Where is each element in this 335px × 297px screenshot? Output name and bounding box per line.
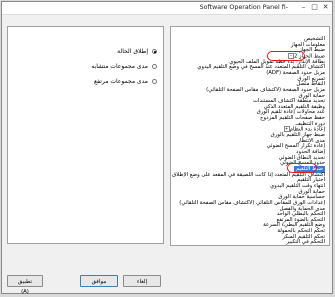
settings-panel: إطلاق الحالة مدى مجموعات متشابه مدى مجمو… — [7, 26, 164, 244]
option-high-range[interactable]: مدى مجموعات مرتفع — [94, 77, 157, 86]
highlight-circle — [267, 51, 305, 61]
radio-button[interactable] — [152, 49, 157, 54]
tree-item-label: التحكم في التكبير — [286, 239, 325, 246]
option-label: إطلاق الحالة — [117, 48, 148, 55]
tree-item[interactable]: التحكم في التكبير — [286, 239, 325, 246]
window-title: Software Operation Panel fi- — [199, 4, 288, 11]
option-release-state[interactable]: إطلاق الحالة — [117, 47, 157, 56]
apply-button[interactable]: تطبيق (A) — [7, 275, 43, 295]
maximize-icon[interactable]: □ — [310, 3, 319, 12]
ok-button[interactable]: موافق — [80, 275, 118, 287]
settings-tree: التشخيص معلومات الجهاز ضبط الجهاز ضبط الجها… — [170, 26, 330, 246]
title-bar: Software Operation Panel fi- – □ ✕ — [2, 2, 332, 15]
cancel-button[interactable]: إلغاء — [123, 275, 161, 287]
option-similar-range[interactable]: مدى مجموعات متشابه — [91, 62, 157, 71]
option-label: مدى مجموعات متشابه — [91, 63, 148, 70]
radio-button[interactable] — [152, 64, 157, 69]
radio-button[interactable] — [152, 79, 157, 84]
highlight-circle — [287, 163, 317, 173]
option-label: مدى مجموعات مرتفع — [93, 78, 148, 85]
close-icon[interactable]: ✕ — [321, 3, 330, 12]
minimize-icon[interactable]: – — [299, 3, 308, 12]
